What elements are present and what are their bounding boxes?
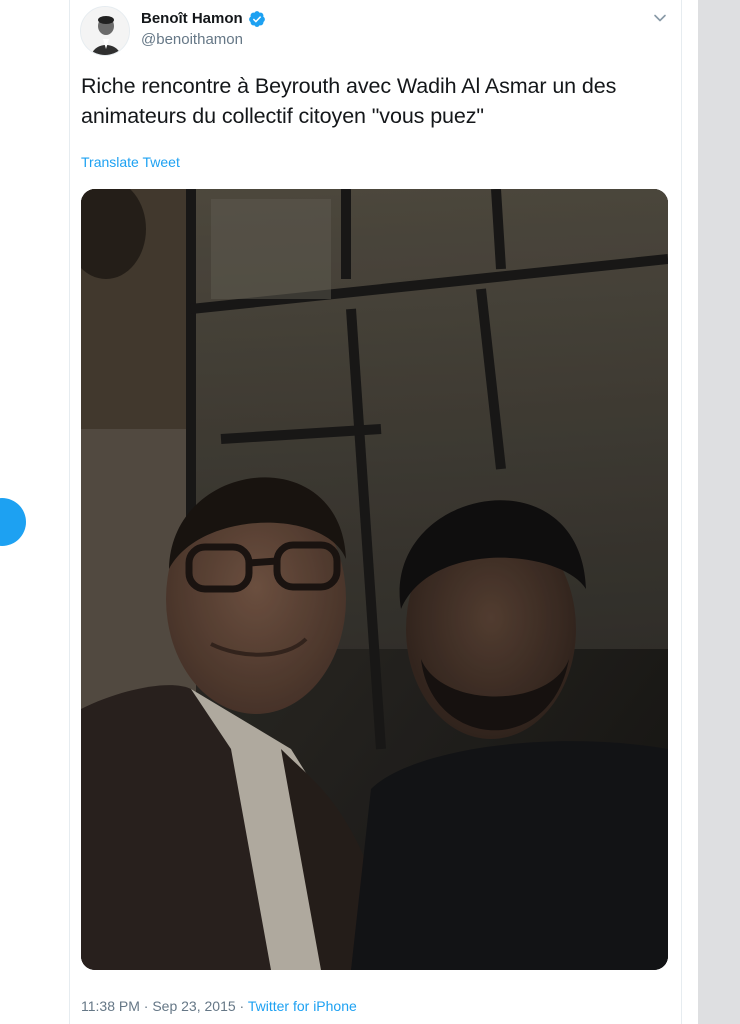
verified-badge-icon: [249, 11, 265, 27]
tweet-footer: 11:38 PM · Sep 23, 2015 · Twitter for iP…: [81, 998, 357, 1014]
right-gutter: [698, 0, 740, 1024]
avatar-photo: [81, 7, 129, 55]
tweet-source-link[interactable]: Twitter for iPhone: [248, 998, 357, 1014]
translate-tweet-link[interactable]: Translate Tweet: [81, 154, 180, 170]
footer-separator: ·: [235, 998, 248, 1014]
tweet-date[interactable]: Sep 23, 2015: [152, 998, 235, 1014]
selfie-image: [81, 189, 668, 970]
author-display-name[interactable]: Benoît Hamon: [141, 10, 243, 27]
footer-separator: ·: [139, 998, 153, 1014]
tweet-page: Benoît Hamon @benoithamon Riche rencontr…: [0, 0, 740, 1024]
chevron-down-icon[interactable]: [652, 10, 668, 26]
tweet-photo[interactable]: [81, 189, 668, 970]
side-action-button[interactable]: [0, 498, 26, 546]
author-handle[interactable]: @benoithamon: [141, 31, 243, 48]
tweet-time[interactable]: 11:38 PM: [81, 998, 140, 1014]
tweet-text: Riche rencontre à Beyrouth avec Wadih Al…: [81, 74, 617, 128]
avatar[interactable]: [80, 6, 130, 56]
